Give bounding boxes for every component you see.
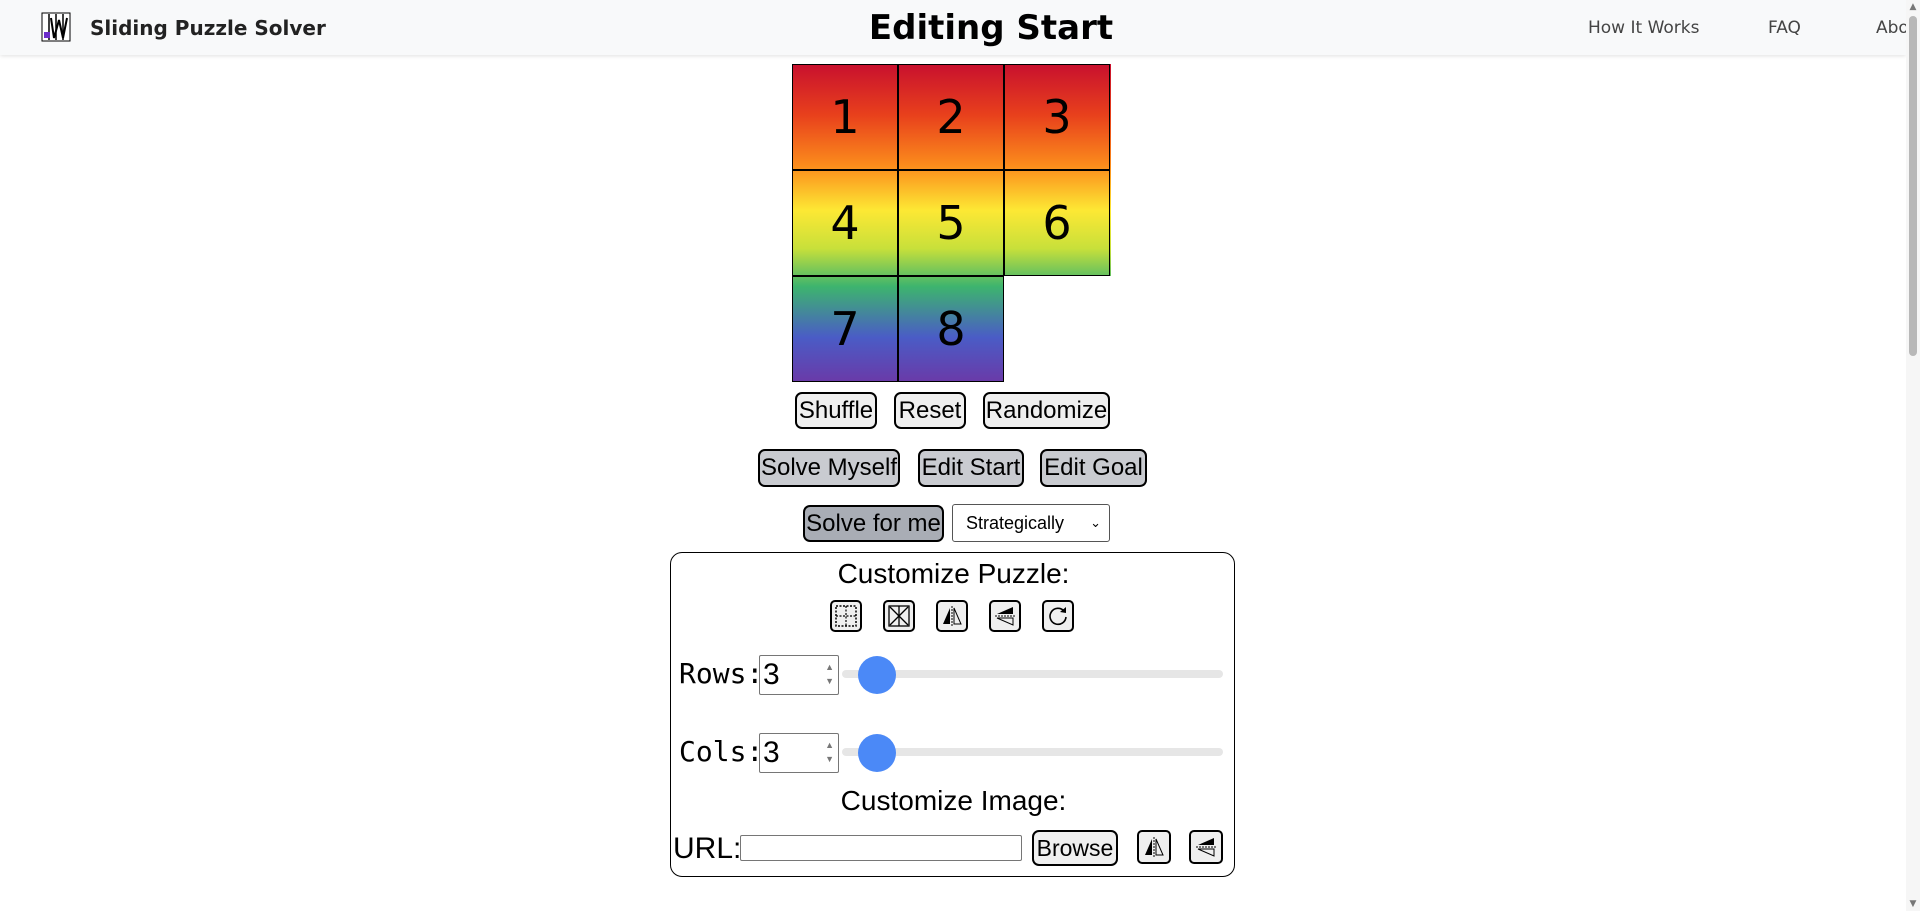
solve-myself-button[interactable]: Solve Myself <box>758 449 900 487</box>
strategy-selected-value: Strategically <box>966 512 1065 533</box>
customize-panel: Customize Puzzle: Rows: 3 ▲ ▼ Cols: 3 ▲ … <box>670 552 1235 877</box>
edit-goal-button[interactable]: Edit Goal <box>1040 449 1147 487</box>
nav-link-about[interactable]: About <box>1876 18 1906 38</box>
reset-button[interactable]: Reset <box>894 392 966 429</box>
grid-icon[interactable] <box>830 600 862 632</box>
puzzle-tile[interactable]: 1 <box>792 64 898 170</box>
page-scrollbar[interactable]: ▲ ▼ <box>1906 0 1920 911</box>
cols-value: 3 <box>763 736 780 769</box>
shuffle-button[interactable]: Shuffle <box>795 392 877 429</box>
slider-track <box>842 748 1223 756</box>
cols-slider[interactable] <box>842 734 1223 772</box>
scroll-up-arrow-icon[interactable]: ▲ <box>1906 0 1920 14</box>
puzzle-tile[interactable]: 3 <box>1004 64 1110 170</box>
rows-value: 3 <box>763 658 780 691</box>
browse-button[interactable]: Browse <box>1032 830 1118 866</box>
cols-input[interactable]: 3 ▲ ▼ <box>759 733 839 773</box>
puzzle-tile[interactable]: 2 <box>898 64 1004 170</box>
puzzle-board: 1 2 3 4 5 6 7 8 <box>792 64 1111 383</box>
nav-link-how-it-works[interactable]: How It Works <box>1588 18 1699 38</box>
rows-input[interactable]: 3 ▲ ▼ <box>759 655 839 695</box>
customize-puzzle-heading: Customize Puzzle: <box>837 558 1070 589</box>
slider-thumb[interactable] <box>858 734 896 772</box>
url-input[interactable] <box>740 835 1022 861</box>
image-flip-horizontal-icon[interactable] <box>1137 830 1171 864</box>
chevron-down-icon: ⌄ <box>1090 515 1101 530</box>
blank-tile <box>1004 276 1111 383</box>
url-label: URL: <box>673 832 742 865</box>
slider-thumb[interactable] <box>858 656 896 694</box>
customize-image-heading: Customize Image: <box>840 785 1067 816</box>
scroll-down-arrow-icon[interactable]: ▼ <box>1906 897 1920 911</box>
rows-slider[interactable] <box>842 656 1223 694</box>
puzzle-tile[interactable]: 4 <box>792 170 898 276</box>
puzzle-tile[interactable]: 5 <box>898 170 1004 276</box>
image-flip-vertical-icon[interactable] <box>1189 830 1223 864</box>
randomize-button[interactable]: Randomize <box>983 392 1110 429</box>
nav-link-faq[interactable]: FAQ <box>1768 18 1801 38</box>
cols-label: Cols: <box>679 735 764 768</box>
navbar: Sliding Puzzle Solver Editing Start How … <box>0 0 1906 55</box>
edit-start-button[interactable]: Edit Start <box>918 449 1024 487</box>
flip-horizontal-icon[interactable] <box>936 600 968 632</box>
rows-label: Rows: <box>679 657 764 690</box>
strategy-select[interactable]: Strategically ⌄ <box>952 504 1110 542</box>
cross-x-icon[interactable] <box>883 600 915 632</box>
puzzle-tile[interactable]: 8 <box>898 276 1004 382</box>
rotate-icon[interactable] <box>1042 600 1074 632</box>
scrollbar-thumb[interactable] <box>1909 16 1917 356</box>
spinner-arrows-icon[interactable]: ▲ ▼ <box>825 660 834 688</box>
solve-for-me-button[interactable]: Solve for me <box>803 505 944 542</box>
puzzle-tile[interactable]: 6 <box>1004 170 1110 276</box>
puzzle-tile[interactable]: 7 <box>792 276 898 382</box>
flip-vertical-icon[interactable] <box>989 600 1021 632</box>
slider-track <box>842 670 1223 678</box>
spinner-arrows-icon[interactable]: ▲ ▼ <box>825 738 834 766</box>
